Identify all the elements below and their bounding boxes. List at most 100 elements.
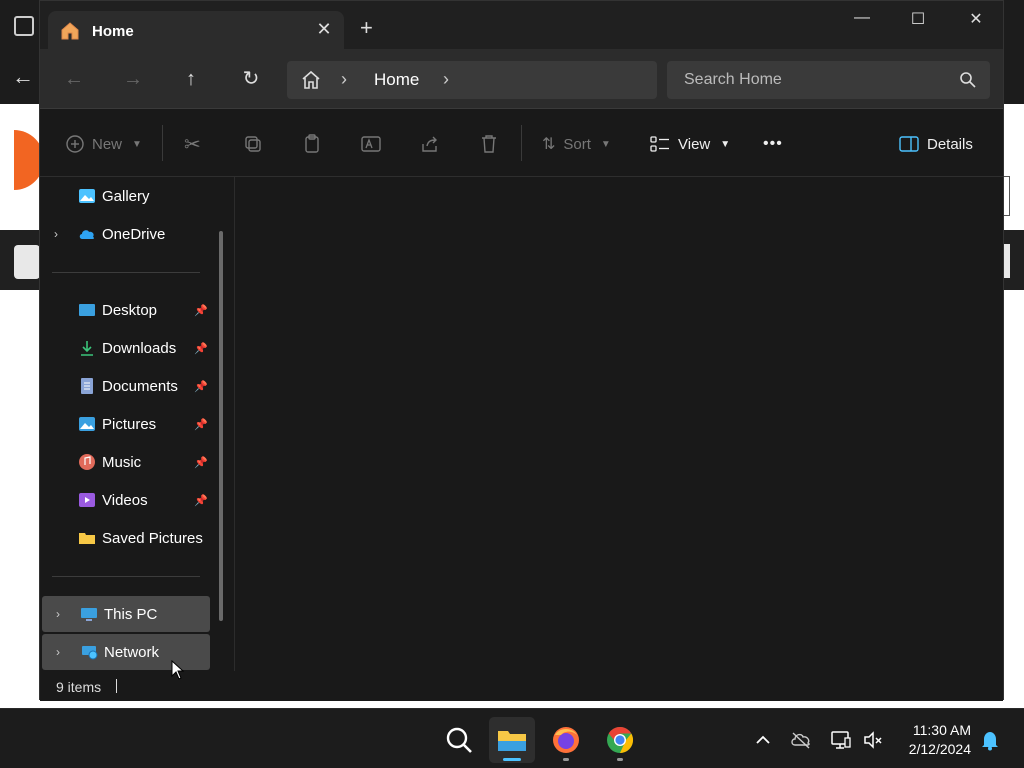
breadcrumb-location[interactable]: Home <box>374 70 419 90</box>
home-icon <box>61 22 79 40</box>
video-icon <box>79 493 95 507</box>
download-icon <box>81 341 93 356</box>
taskbar: 11:30 AM 2/12/2024 <box>0 708 1024 768</box>
picture-icon <box>79 417 95 431</box>
system-clock[interactable]: 11:30 AM 2/12/2024 <box>896 721 971 759</box>
running-app-indicator <box>563 758 569 761</box>
up-button[interactable]: ↑ <box>177 67 205 91</box>
pin-icon[interactable]: 📌 <box>194 304 208 317</box>
network-icon <box>82 646 98 660</box>
file-list-area[interactable] <box>236 177 1003 671</box>
pin-icon[interactable]: 📌 <box>194 418 208 431</box>
chevron-right-icon[interactable]: › <box>54 227 58 241</box>
sidebar-item-music[interactable]: Music 📌 <box>40 444 210 480</box>
toolbar-divider <box>521 125 522 161</box>
taskbar-search-button[interactable] <box>436 717 482 763</box>
cloud-icon <box>79 230 95 239</box>
new-tab-button[interactable]: + <box>360 17 373 39</box>
address-bar[interactable]: › Home › <box>287 61 657 99</box>
chevron-right-icon[interactable]: › <box>56 607 60 621</box>
breadcrumb-chevron-icon[interactable]: › <box>341 69 347 90</box>
sidebar-item-desktop[interactable]: Desktop 📌 <box>40 292 210 328</box>
scissors-icon: ✂ <box>184 133 201 156</box>
document-icon <box>81 378 93 394</box>
share-icon <box>422 136 437 152</box>
back-button[interactable]: ← <box>60 67 88 91</box>
share-button[interactable] <box>420 131 440 157</box>
rename-button[interactable] <box>360 131 382 157</box>
chevron-right-icon[interactable]: › <box>56 645 60 659</box>
details-pane-button[interactable]: Details <box>899 131 973 157</box>
home-icon <box>302 70 320 89</box>
rename-icon <box>361 136 381 152</box>
view-button[interactable]: View ▼ <box>650 131 730 157</box>
taskbar-chrome[interactable] <box>597 717 643 763</box>
delete-button[interactable] <box>480 131 498 157</box>
search-icon <box>960 72 976 88</box>
onedrive-offline-icon[interactable] <box>790 729 812 751</box>
pin-icon[interactable]: 📌 <box>194 456 208 469</box>
sidebar-item-label: Videos <box>102 491 148 509</box>
clipboard-icon <box>305 134 319 153</box>
sidebar-item-label: Network <box>104 643 160 661</box>
background-search-icon <box>14 245 40 279</box>
tab-title: Home <box>92 23 134 40</box>
breadcrumb-chevron-icon[interactable]: › <box>443 69 449 90</box>
sidebar-item-gallery[interactable]: Gallery <box>40 178 210 214</box>
clock-time: 11:30 AM <box>912 722 971 738</box>
search-box[interactable]: Search Home <box>667 61 990 99</box>
title-bar: Home ✕ + — ☐ ✕ <box>40 1 1003 51</box>
volume-muted-icon[interactable] <box>862 729 884 751</box>
more-icon: ••• <box>763 135 783 152</box>
pin-icon[interactable]: 📌 <box>194 380 208 393</box>
network-status-icon[interactable] <box>830 729 852 751</box>
refresh-button[interactable]: ↻ <box>237 67 265 91</box>
folder-icon <box>79 533 95 544</box>
firefox-icon <box>553 727 579 753</box>
view-list-icon <box>650 136 669 152</box>
sidebar-item-pictures[interactable]: Pictures 📌 <box>40 406 210 442</box>
file-explorer-window: Home ✕ + — ☐ ✕ ← → ↑ ↻ › Home › Search H… <box>39 0 1004 701</box>
close-tab-icon[interactable]: ✕ <box>314 19 334 40</box>
chevron-down-icon: ▼ <box>132 138 142 150</box>
navigation-bar: ← → ↑ ↻ › Home › Search Home <box>40 49 1003 109</box>
sidebar-item-onedrive[interactable]: › OneDrive <box>40 216 210 252</box>
sidebar-item-this-pc[interactable]: › This PC <box>42 596 210 632</box>
close-window-button[interactable]: ✕ <box>956 9 996 29</box>
new-label: New <box>92 135 123 153</box>
tab-home[interactable]: Home ✕ <box>48 11 344 51</box>
sidebar-item-documents[interactable]: Documents 📌 <box>40 368 210 404</box>
sidebar-scrollbar[interactable] <box>219 231 223 621</box>
sidebar-item-videos[interactable]: Videos 📌 <box>40 482 210 518</box>
trash-icon <box>482 135 496 153</box>
sidebar-item-label: Desktop <box>102 301 158 319</box>
pin-icon[interactable]: 📌 <box>194 342 208 355</box>
sidebar-item-label: This PC <box>104 605 158 623</box>
sidebar-item-saved-pictures[interactable]: Saved Pictures <box>40 520 210 556</box>
command-bar: New ▼ ✂ ⇅ Sort ▼ View ▼ ••• Details <box>40 109 1003 177</box>
search-icon <box>446 727 472 753</box>
navigation-pane: Gallery › OneDrive Desktop 📌 Downloads 📌 <box>40 177 236 671</box>
pin-icon[interactable]: 📌 <box>194 494 208 507</box>
more-options-button[interactable]: ••• <box>763 131 783 157</box>
computer-icon <box>81 608 97 621</box>
forward-button[interactable]: → <box>119 67 147 91</box>
item-count: 9 items <box>56 679 102 695</box>
sidebar-item-downloads[interactable]: Downloads 📌 <box>40 330 210 366</box>
new-button[interactable]: New ▼ <box>66 131 142 157</box>
sidebar-item-label: OneDrive <box>102 225 166 243</box>
sort-button[interactable]: ⇅ Sort ▼ <box>542 131 611 157</box>
search-input[interactable]: Search Home <box>684 71 782 89</box>
paste-button[interactable] <box>302 131 322 157</box>
notification-bell-icon[interactable] <box>979 729 1001 751</box>
copy-button[interactable] <box>243 131 263 157</box>
pane-splitter[interactable] <box>234 177 235 671</box>
chevron-up-icon[interactable] <box>752 729 774 751</box>
taskbar-file-explorer[interactable] <box>489 717 535 763</box>
status-divider <box>116 679 117 693</box>
maximize-button[interactable]: ☐ <box>898 9 938 29</box>
minimize-button[interactable]: — <box>842 9 882 27</box>
taskbar-firefox[interactable] <box>543 717 589 763</box>
cut-button[interactable]: ✂ <box>184 131 201 157</box>
sidebar-item-label: Pictures <box>102 415 157 433</box>
